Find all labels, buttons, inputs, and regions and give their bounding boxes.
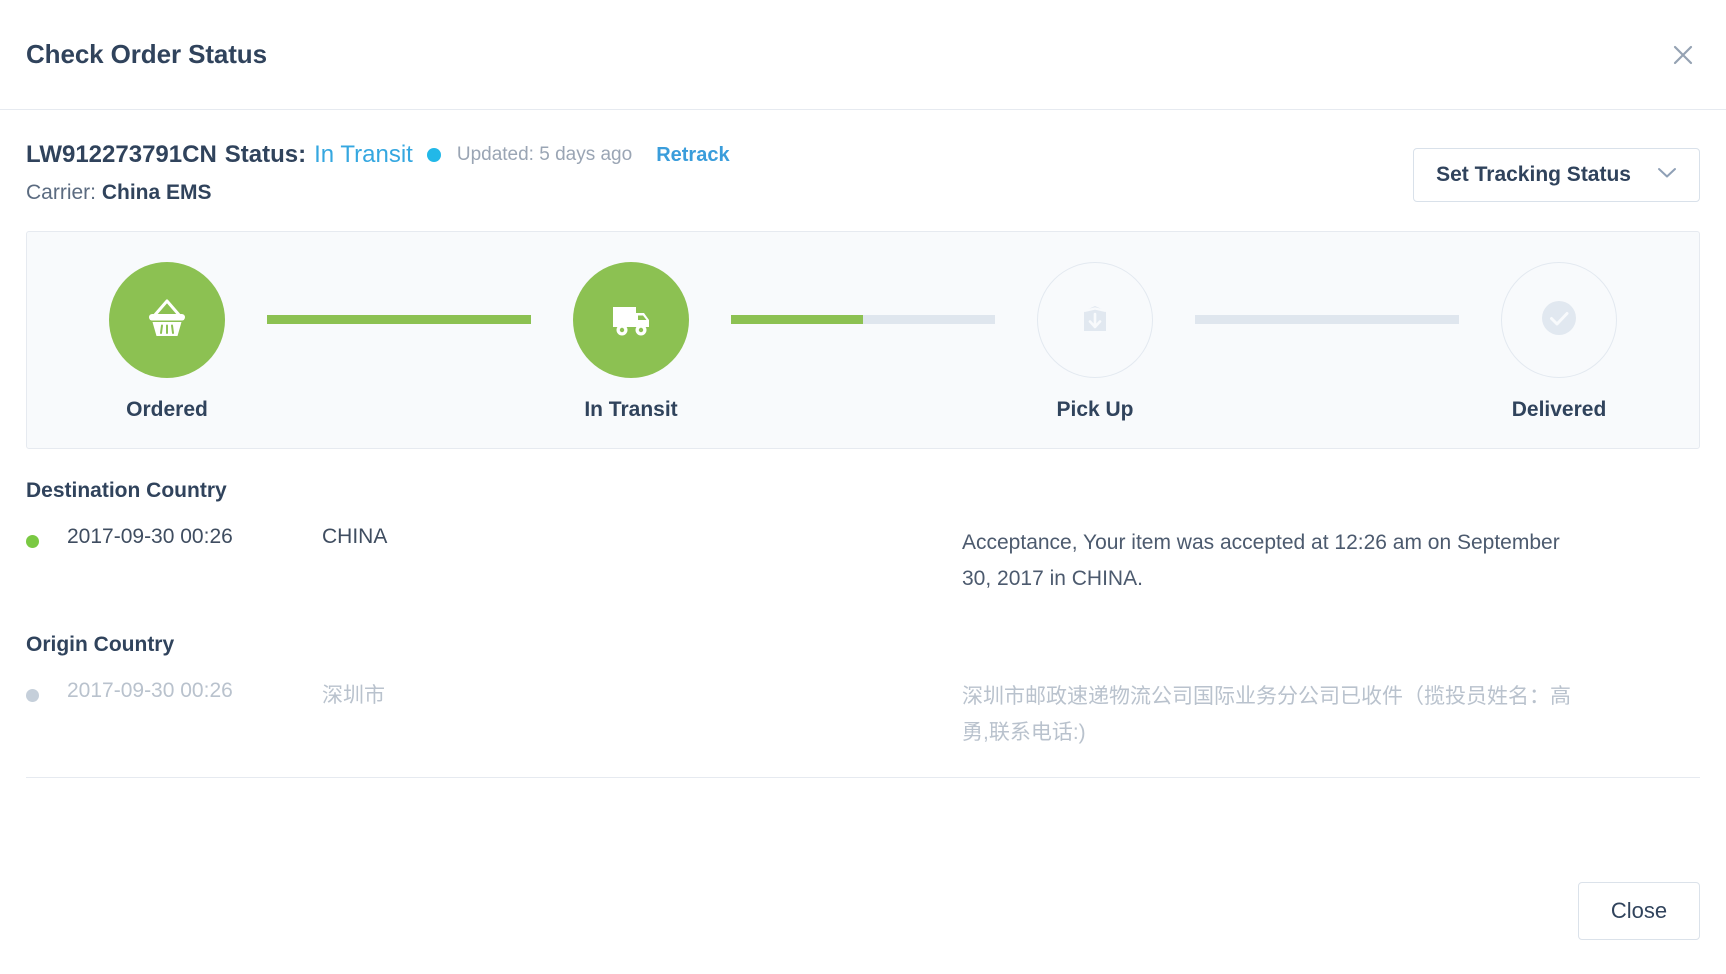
status-summary: LW912273791CN Status: In Transit Updated… [26, 140, 1700, 205]
tracker-connector-3 [1195, 315, 1459, 324]
divider [26, 777, 1700, 778]
delivery-truck-icon [602, 289, 660, 352]
event-date: 2017-09-30 00:26 [67, 525, 322, 549]
carrier-line: Carrier: China EMS [26, 181, 1413, 205]
status-badge [427, 148, 441, 162]
event-description: Acceptance, Your item was accepted at 12… [962, 525, 1582, 597]
close-button[interactable]: Close [1578, 882, 1700, 940]
event-location: CHINA [322, 525, 962, 549]
tracker-step-label: Ordered [126, 398, 208, 422]
step-circle-delivered [1501, 262, 1617, 378]
package-download-icon [1066, 289, 1124, 352]
carrier-name: China EMS [102, 181, 212, 204]
table-row: 2017-09-30 00:26 CHINA Acceptance, Your … [26, 525, 1700, 597]
status-label: Status: [225, 140, 306, 170]
destination-country-heading: Destination Country [26, 479, 1700, 503]
event-location: 深圳市 [322, 679, 962, 709]
event-bullet-icon [26, 689, 39, 702]
tracking-steps: Ordered [67, 262, 1659, 422]
modal-footer: Close [0, 848, 1726, 974]
check-order-status-modal: Check Order Status LW912273791CN Status:… [0, 0, 1726, 974]
tracker-step-label: Delivered [1512, 398, 1607, 422]
tracking-events: Destination Country 2017-09-30 00:26 CHI… [26, 479, 1700, 778]
step-circle-in-transit [573, 262, 689, 378]
retrack-link[interactable]: Retrack [656, 140, 729, 170]
table-row: 2017-09-30 00:26 深圳市 深圳市邮政速递物流公司国际业务分公司已… [26, 679, 1700, 751]
shopping-basket-icon [138, 289, 196, 352]
tracking-number: LW912273791CN [26, 140, 217, 170]
modal-header: Check Order Status [0, 0, 1726, 110]
tracking-progress-panel: Ordered [26, 231, 1700, 449]
status-summary-text: LW912273791CN Status: In Transit Updated… [26, 140, 1413, 205]
tracker-connector-2 [731, 315, 995, 324]
tracker-step-label: Pick Up [1056, 398, 1133, 422]
event-description: 深圳市邮政速递物流公司国际业务分公司已收件（揽投员姓名：高勇,联系电话:) [962, 679, 1582, 751]
page-title: Check Order Status [26, 39, 267, 70]
carrier-label: Carrier: [26, 181, 96, 204]
tracker-step-delivered: Delivered [1459, 262, 1659, 422]
tracker-connector-1 [267, 315, 531, 324]
event-date: 2017-09-30 00:26 [67, 679, 322, 703]
tracker-step-pick-up: Pick Up [995, 262, 1195, 422]
tracker-step-label: In Transit [584, 398, 677, 422]
modal-body: LW912273791CN Status: In Transit Updated… [0, 110, 1726, 848]
set-tracking-status-button[interactable]: Set Tracking Status [1413, 148, 1700, 202]
updated-timestamp: Updated: 5 days ago [457, 140, 632, 170]
origin-country-heading: Origin Country [26, 633, 1700, 657]
tracker-step-ordered: Ordered [67, 262, 267, 422]
step-circle-pick-up [1037, 262, 1153, 378]
status-value: In Transit [314, 140, 413, 170]
tracker-step-in-transit: In Transit [531, 262, 731, 422]
close-icon[interactable] [1666, 38, 1700, 72]
step-circle-ordered [109, 262, 225, 378]
chevron-down-icon [1657, 166, 1677, 184]
check-circle-icon [1530, 289, 1588, 352]
event-bullet-icon [26, 535, 39, 548]
set-tracking-status-label: Set Tracking Status [1436, 163, 1631, 187]
